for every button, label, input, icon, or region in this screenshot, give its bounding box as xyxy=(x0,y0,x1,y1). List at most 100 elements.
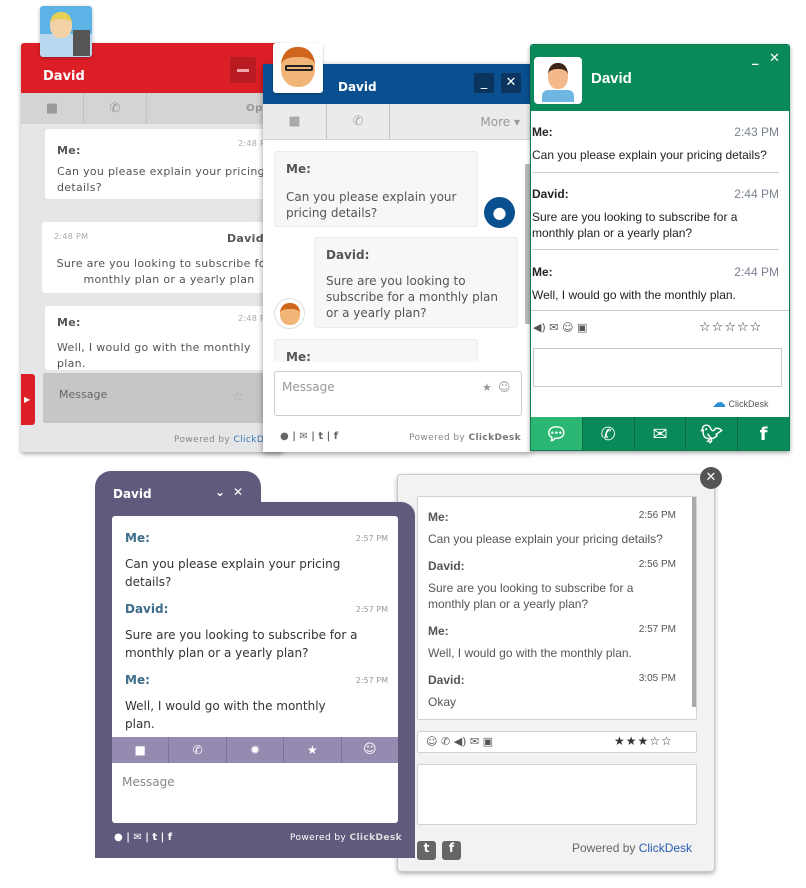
smiley-icon[interactable]: ☺ xyxy=(562,321,573,334)
message-input[interactable] xyxy=(417,764,697,825)
sender: Me: xyxy=(532,265,553,279)
star-2[interactable]: ☆ xyxy=(712,320,725,335)
message-text: Can you please explain your pricing deta… xyxy=(57,165,265,194)
email-icon[interactable]: ✉ xyxy=(299,431,307,442)
sender: David: xyxy=(428,673,465,687)
message-input[interactable] xyxy=(533,348,782,387)
phone-icon[interactable]: ✆ xyxy=(84,93,147,124)
timestamp: 2:43 PM xyxy=(734,125,779,139)
facebook-icon[interactable]: f xyxy=(334,431,338,442)
minimize-button[interactable]: _ xyxy=(474,73,494,93)
tool-icons: ◀) ✉ ☺ ▣ xyxy=(533,321,587,334)
gear-icon[interactable]: ✹ xyxy=(227,737,285,763)
sound-icon[interactable]: ◀) xyxy=(533,321,546,334)
email-icon[interactable]: ✉ xyxy=(470,735,479,748)
smiley-icon[interactable]: ☺ xyxy=(498,380,511,394)
sender: Me: xyxy=(532,125,553,139)
file-icon[interactable]: ▣ xyxy=(483,735,493,748)
chat-icon[interactable]: ● xyxy=(114,832,123,843)
minimize-button[interactable] xyxy=(230,57,256,83)
star-3[interactable]: ☆ xyxy=(724,320,737,335)
blue-chat-widget: David _ ✕ ■ ✆ More ▾ Me: Can you please … xyxy=(263,64,531,452)
powered-by-text: Powered by xyxy=(409,433,466,443)
phone-icon[interactable]: ✆ xyxy=(169,737,227,763)
phone-icon[interactable]: ✆ xyxy=(327,104,390,139)
message-text: Well, I would go with the monthly plan. xyxy=(125,699,326,731)
message-input[interactable]: Message xyxy=(43,373,283,423)
chat-icon[interactable]: ● xyxy=(280,431,289,442)
chevron-down-icon[interactable]: ⌄ xyxy=(215,485,225,499)
close-button[interactable]: ✕ xyxy=(501,73,521,93)
message-text: Sure are you looking to subscribe for a … xyxy=(125,628,358,660)
gray-chat-widget: Me: 2:56 PM Can you please explain your pr… xyxy=(397,474,715,872)
message-text: Sure are you looking to subscribe for a … xyxy=(532,210,738,240)
toolbar: ■ ✆ More ▾ xyxy=(263,104,531,140)
star-4[interactable]: ☆ xyxy=(737,320,750,335)
message-bubble: Me: 2:48 PM Well, I would go with the mo… xyxy=(45,306,283,370)
star-5[interactable]: ☆ xyxy=(750,320,763,335)
file-icon[interactable]: ▣ xyxy=(577,321,587,334)
star-4[interactable]: ☆ xyxy=(649,734,661,748)
chat-icon[interactable]: 💬︎ xyxy=(531,417,583,450)
message-input[interactable]: Message xyxy=(122,775,175,789)
more-menu[interactable]: More ▾ xyxy=(390,104,520,139)
star-icon[interactable]: ★ xyxy=(482,381,492,394)
sender: David: xyxy=(428,559,465,573)
sound-icon[interactable]: ◀) xyxy=(454,735,467,748)
close-button[interactable]: ✕ xyxy=(700,467,722,489)
message-text: Can you please explain your pricing deta… xyxy=(286,190,457,220)
agent-avatar xyxy=(273,43,323,93)
twitter-icon[interactable]: t xyxy=(152,832,157,843)
agent-name: David xyxy=(43,69,85,84)
message-bubble: Me: 2:48 PM Can you please explain your … xyxy=(45,129,283,199)
email-icon[interactable]: ✉ xyxy=(635,417,687,450)
expand-tab[interactable]: ▶ xyxy=(21,374,35,425)
email-icon[interactable]: ✉ xyxy=(549,321,558,334)
facebook-icon[interactable]: f xyxy=(168,832,172,843)
star-3[interactable]: ★ xyxy=(638,734,650,748)
timestamp: 2:56 PM xyxy=(638,559,676,570)
smiley-icon[interactable]: ☺ xyxy=(426,735,437,748)
timestamp: 2:57 PM xyxy=(355,676,388,685)
phone-icon[interactable]: ✆ xyxy=(441,735,450,748)
video-camera-icon[interactable]: ■ xyxy=(263,104,327,139)
facebook-icon[interactable]: f xyxy=(442,841,461,860)
sender: Me: xyxy=(428,624,449,638)
brand-link[interactable]: ClickDesk xyxy=(468,433,521,443)
twitter-icon[interactable]: t xyxy=(417,841,436,860)
message-text: Can you please explain your pricing deta… xyxy=(125,557,341,589)
message: Me: 2:43 PM Can you please explain your … xyxy=(532,125,779,173)
twitter-icon[interactable]: t xyxy=(318,431,323,442)
message-text: Okay xyxy=(428,695,457,709)
minimize-button[interactable]: _ xyxy=(752,51,759,66)
user-avatar-icon: ● xyxy=(484,197,515,228)
star-2[interactable]: ★ xyxy=(626,734,638,748)
sender: Me: xyxy=(57,144,81,157)
video-camera-icon[interactable]: ■ xyxy=(21,93,84,124)
rating-stars[interactable]: ☆☆☆☆☆ xyxy=(699,320,762,335)
star-5[interactable]: ☆ xyxy=(661,734,673,748)
twitter-icon[interactable]: 🐦︎ xyxy=(686,417,739,450)
star-1[interactable]: ☆ xyxy=(699,320,712,335)
scrollbar[interactable] xyxy=(692,497,696,707)
star-icon[interactable]: ☆ xyxy=(231,387,244,405)
brand-link[interactable]: ClickDesk xyxy=(349,833,402,843)
sender: Me: xyxy=(125,673,150,687)
brand-link[interactable]: ClickDesk xyxy=(639,841,692,855)
tool-icons: ☺ ✆ ◀) ✉ ▣ xyxy=(426,735,493,748)
brand-link[interactable]: ClickD xyxy=(233,435,264,445)
powered-by: Powered by ClickDesk xyxy=(572,841,692,855)
red-chat-widget: David ■ ✆ Option Me: 2:48 PM Can you ple… xyxy=(21,43,283,452)
star-icon[interactable]: ★ xyxy=(284,737,342,763)
close-button[interactable]: ✕ xyxy=(233,485,243,499)
email-icon[interactable]: ✉ xyxy=(133,832,141,843)
video-camera-icon[interactable]: ■ xyxy=(112,737,170,763)
star-1[interactable]: ★ xyxy=(614,734,626,748)
rating-stars[interactable]: ★★★☆☆ xyxy=(614,734,673,748)
agent-avatar xyxy=(40,6,92,57)
smiley-icon[interactable]: ☺ xyxy=(342,737,398,763)
powered-by-text: Powered by xyxy=(290,833,347,843)
phone-icon[interactable]: ✆ xyxy=(583,417,635,450)
facebook-icon[interactable]: f xyxy=(738,417,789,450)
close-button[interactable]: ✕ xyxy=(769,51,780,66)
